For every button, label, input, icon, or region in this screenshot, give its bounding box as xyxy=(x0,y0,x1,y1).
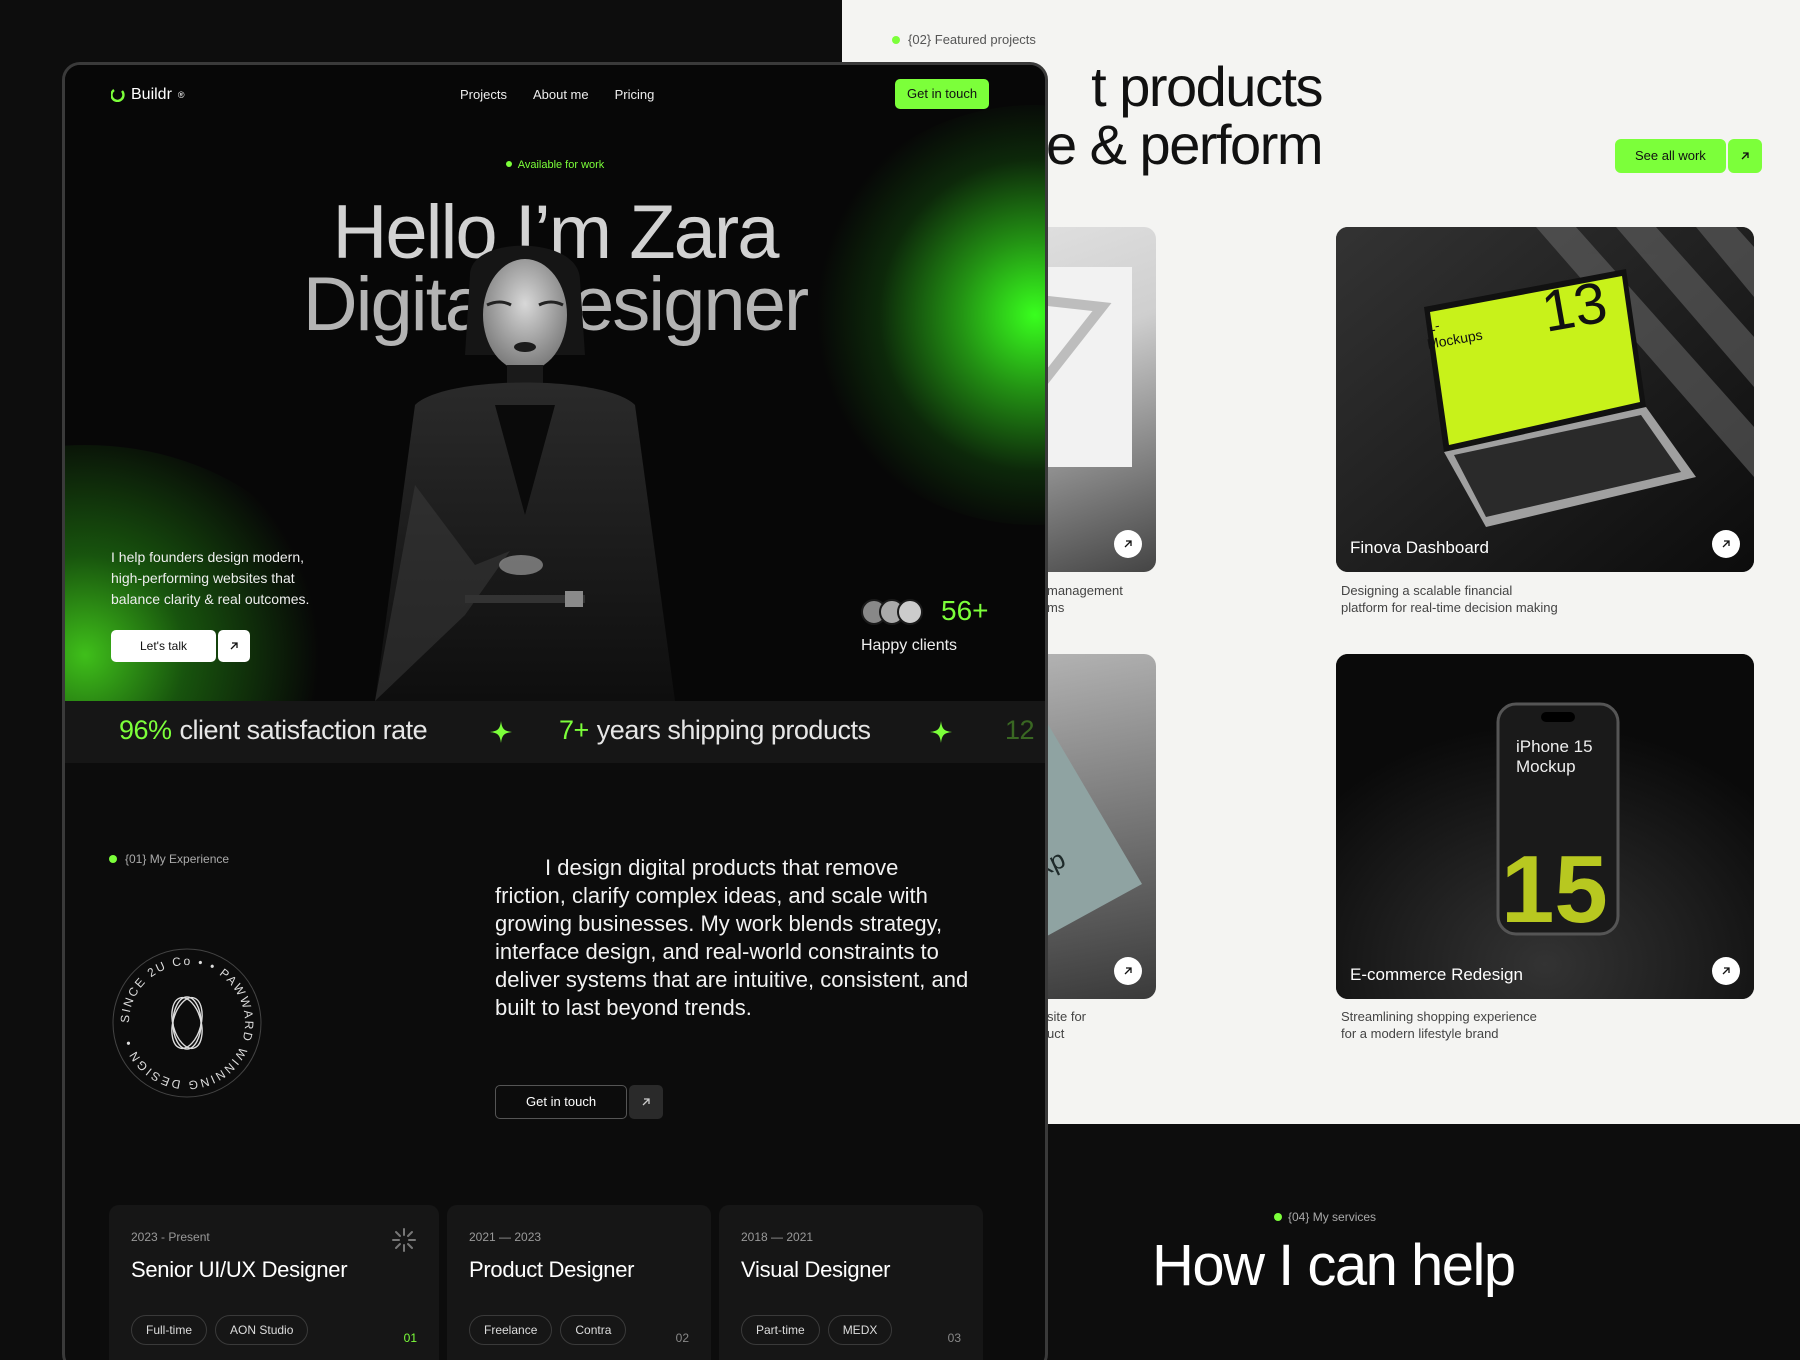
arrow-up-right-icon xyxy=(217,630,250,662)
lets-talk-label: Let's talk xyxy=(111,630,216,662)
project-card-finova[interactable]: 13 L- Mockups Finova Dashboard xyxy=(1336,227,1754,572)
project-1-caption-text: management ms xyxy=(1047,583,1123,615)
arrow-up-right-icon xyxy=(629,1085,664,1119)
availability-text: Available for work xyxy=(517,159,605,171)
status-dot xyxy=(505,161,512,167)
logo[interactable]: Buildr ® xyxy=(111,86,185,104)
lets-talk-button[interactable]: Let's talk xyxy=(111,630,250,662)
job-card-3[interactable]: 2018 — 2021 Visual Designer Part-time ME… xyxy=(719,1205,983,1360)
services-eyebrow-text: {04} My services xyxy=(1288,1210,1377,1224)
logo-icon xyxy=(111,89,125,102)
arrow-up-right-icon[interactable] xyxy=(1712,957,1740,985)
project-card-ecommerce[interactable]: iPhone 15 Mockup 15 E-commerce Redesign xyxy=(1336,654,1754,999)
experience-cta-label: Get in touch xyxy=(495,1085,628,1119)
logo-registered-mark: ® xyxy=(177,90,185,100)
stat-years: 7+ years shipping products xyxy=(559,715,871,746)
job-tag: Freelance xyxy=(469,1315,553,1345)
project-title: Finova Dashboard xyxy=(1350,538,1489,557)
stat-value: 12 xyxy=(1005,715,1035,745)
project-1-caption: management ms xyxy=(1047,582,1287,616)
featured-eyebrow: {02} Featured projects xyxy=(892,32,1036,47)
logo-text: Buildr xyxy=(131,86,172,103)
nav-link-pricing[interactable]: Pricing xyxy=(615,87,655,102)
experience-eyebrow-text: {01} My Experience xyxy=(125,852,230,866)
featured-eyebrow-text: {02} Featured projects xyxy=(908,32,1036,47)
arrow-up-right-icon xyxy=(1727,139,1762,173)
job-tag: AON Studio xyxy=(215,1315,309,1345)
project-4-caption-text: Streamlining shopping experience for a m… xyxy=(1341,1009,1537,1041)
job-tag: Contra xyxy=(560,1315,627,1345)
stats-marquee: 96% client satisfaction rate 7+ years ship… xyxy=(65,701,1045,763)
services-title: How I can help xyxy=(1152,1233,1516,1298)
experience-get-in-touch-button[interactable]: Get in touch xyxy=(495,1085,664,1119)
availability-badge: Available for work xyxy=(65,159,1045,171)
services-eyebrow: {04} My services xyxy=(1274,1210,1376,1224)
arrow-up-right-icon[interactable] xyxy=(1712,530,1740,558)
experience-body: I design digital products that remove fr… xyxy=(495,855,969,1020)
svg-text:iPhone 15: iPhone 15 xyxy=(1516,737,1593,756)
sparkle-icon xyxy=(930,721,952,743)
hero-description: I help founders design modern, high-perf… xyxy=(111,549,310,607)
stat-satisfaction: 96% client satisfaction rate xyxy=(119,715,428,746)
job-tags: Freelance Contra xyxy=(469,1315,627,1345)
see-all-work-button[interactable]: See all work xyxy=(1615,139,1762,173)
job-role: Visual Designer xyxy=(741,1257,891,1282)
svg-text:SINCE 2U Co • • PAWWARD WINNIN: SINCE 2U Co • • PAWWARD WINNING DESIGN • xyxy=(118,954,256,1092)
status-dot xyxy=(109,855,117,863)
job-tags: Full-time AON Studio xyxy=(131,1315,309,1345)
phone-mockup-image: iPhone 15 Mockup 15 xyxy=(1336,654,1754,999)
sparkle-icon xyxy=(490,721,512,743)
job-period: 2023 - Present xyxy=(131,1230,210,1244)
arrow-up-right-icon[interactable] xyxy=(1114,530,1142,558)
project-3-caption: site for uct xyxy=(1047,1008,1287,1042)
job-card-2[interactable]: 2021 — 2023 Product Designer Freelance C… xyxy=(447,1205,711,1360)
job-index: 01 xyxy=(403,1331,417,1345)
job-card-1[interactable]: 2023 - Present Senior UI/UX Designer Ful… xyxy=(109,1205,439,1360)
badge-text: SINCE 2U Co • • PAWWARD WINNING DESIGN • xyxy=(118,954,254,1092)
project-title: E-commerce Redesign xyxy=(1350,965,1523,984)
job-tags: Part-time MEDX xyxy=(741,1315,893,1345)
nav-links: Projects About me Pricing xyxy=(460,87,654,102)
see-all-work-label: See all work xyxy=(1615,139,1726,173)
project-3-caption-text: site for uct xyxy=(1047,1009,1087,1041)
nav-get-in-touch-button[interactable]: Get in touch xyxy=(895,79,990,109)
hero-section: Buildr ® Projects About me Pricing Get in… xyxy=(65,65,1045,701)
portfolio-window: Buildr ® Projects About me Pricing Get in… xyxy=(62,62,1048,1360)
award-badge: SINCE 2U Co • • PAWWARD WINNING DESIGN • xyxy=(112,948,262,1098)
stat-label: client satisfaction rate xyxy=(179,715,428,745)
experience-eyebrow: {01} My Experience xyxy=(109,852,229,866)
arrow-up-right-icon[interactable] xyxy=(1114,957,1142,985)
job-tag: Part-time xyxy=(741,1315,820,1345)
status-dot xyxy=(892,35,900,44)
sparkle-burst-icon xyxy=(392,1228,416,1252)
stat-label: years shipping products xyxy=(596,715,871,745)
job-index: 02 xyxy=(675,1331,689,1345)
project-4-caption: Streamlining shopping experience for a m… xyxy=(1341,1008,1601,1042)
clients-label: Happy clients xyxy=(861,637,958,654)
laptop-mockup-image: 13 L- Mockups xyxy=(1336,227,1754,572)
clients-count: 56+ xyxy=(941,595,989,626)
svg-text:Mockup: Mockup xyxy=(1516,757,1576,776)
status-dot xyxy=(1274,1213,1282,1221)
stat-next: 12 xyxy=(1005,715,1042,746)
mockup-number: 15 xyxy=(1501,836,1608,943)
mockup-number: 13 xyxy=(1537,270,1612,345)
nav-link-projects[interactable]: Projects xyxy=(460,87,507,102)
top-nav: Buildr ® Projects About me Pricing Get in… xyxy=(65,65,1045,121)
job-role: Product Designer xyxy=(469,1257,635,1282)
job-index: 03 xyxy=(947,1331,961,1345)
portrait-image xyxy=(375,245,675,701)
project-2-caption-text: Designing a scalable financial platform … xyxy=(1341,583,1558,615)
stat-value: 96% xyxy=(119,715,172,745)
job-period: 2018 — 2021 xyxy=(741,1230,814,1244)
job-role: Senior UI/UX Designer xyxy=(131,1257,348,1282)
job-tag: MEDX xyxy=(827,1315,893,1345)
job-tag: Full-time xyxy=(131,1315,208,1345)
avatar xyxy=(897,599,923,625)
job-period: 2021 — 2023 xyxy=(469,1230,542,1244)
project-2-caption: Designing a scalable financial platform … xyxy=(1341,582,1601,616)
nav-link-about[interactable]: About me xyxy=(533,87,589,102)
stat-value: 7+ xyxy=(559,715,589,745)
